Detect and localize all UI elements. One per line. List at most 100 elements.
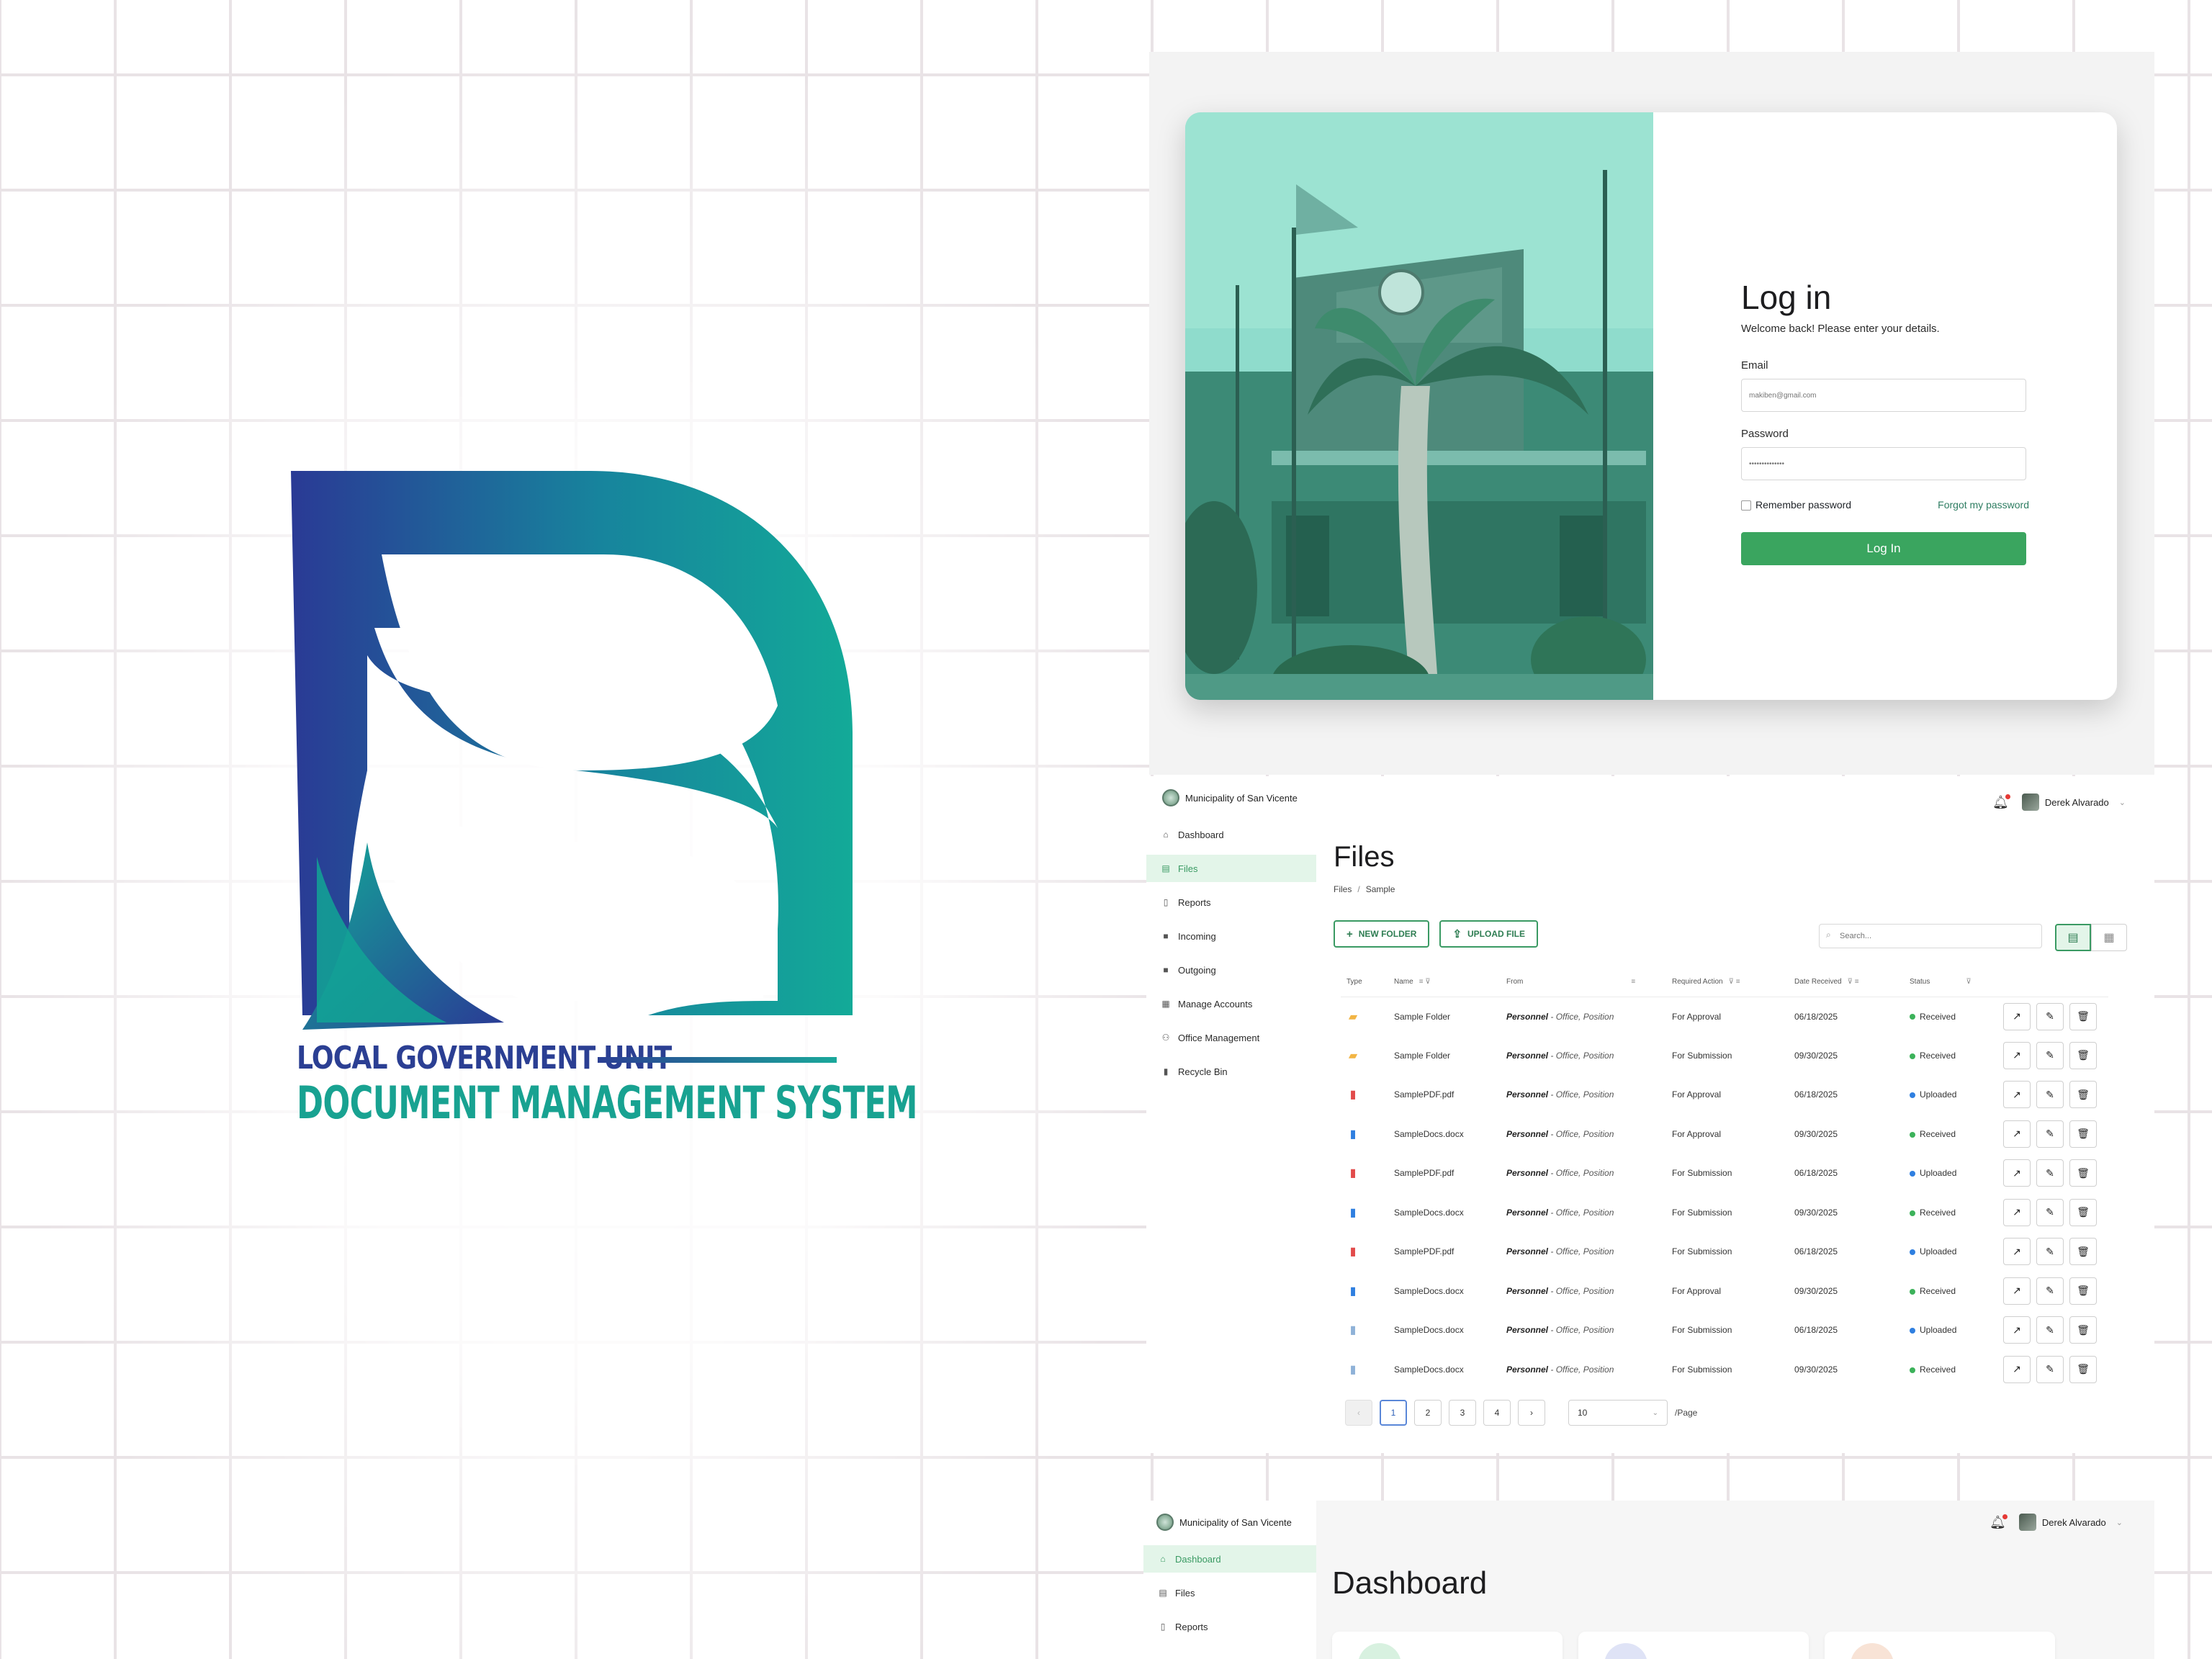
login-submit-button[interactable]: Log In	[1741, 532, 2026, 566]
table-row[interactable]: ▮ SampleDocs.docx Personnel - Office, Posi…	[1341, 1350, 2108, 1390]
notification-bell-icon[interactable]: 🔔︎	[1990, 1514, 2008, 1530]
sidebar-item-office-management[interactable]: ⚇ Office Management	[1146, 1024, 1316, 1051]
sidebar-item-outgoing[interactable]: ■ Outgoing	[1146, 956, 1316, 984]
open-arrow-icon[interactable]: ↗	[2003, 1159, 2031, 1187]
edit-pencil-icon[interactable]: ✎	[2036, 1120, 2064, 1148]
delete-trash-icon[interactable]: 🗑︎	[2069, 1355, 2097, 1383]
name-cell[interactable]: Sample Folder	[1388, 1036, 1501, 1076]
grid-view-icon[interactable]: ▦	[2091, 924, 2127, 951]
per-page-select[interactable]: 10 ⌄	[1568, 1400, 1668, 1426]
edit-pencil-icon[interactable]: ✎	[2036, 1316, 2064, 1344]
delete-trash-icon[interactable]: 🗑︎	[2069, 1081, 2097, 1109]
sidebar-item-files[interactable]: ▤ Files	[1146, 855, 1316, 882]
delete-trash-icon[interactable]: 🗑︎	[2069, 1002, 2097, 1030]
next-page-button[interactable]: ›	[1518, 1400, 1545, 1426]
delete-trash-icon[interactable]: 🗑︎	[2069, 1120, 2097, 1148]
name-cell[interactable]: SampleDocs.docx	[1388, 1272, 1501, 1311]
table-row[interactable]: ▮ SamplePDF.pdf Personnel - Office, Positi…	[1341, 1075, 2108, 1115]
sort-filter-icon[interactable]: ⊽ ≡	[1729, 978, 1740, 986]
open-arrow-icon[interactable]: ↗	[2003, 1198, 2031, 1226]
chevron-down-icon[interactable]: ⌄	[2119, 798, 2126, 807]
page-button-4[interactable]: 4	[1483, 1400, 1511, 1426]
edit-pencil-icon[interactable]: ✎	[2036, 1002, 2064, 1030]
checkbox-box[interactable]	[1741, 500, 1751, 511]
forgot-password-link[interactable]: Forgot my password	[1938, 499, 2029, 511]
avatar[interactable]	[2021, 793, 2039, 811]
stat-card[interactable]	[1825, 1632, 2055, 1659]
org-brand[interactable]: Municipality of San Vicente	[1162, 789, 1298, 806]
notification-bell-icon[interactable]: 🔔︎	[1992, 793, 2010, 810]
name-cell[interactable]: SamplePDF.pdf	[1388, 1232, 1501, 1272]
name-cell[interactable]: SampleDocs.docx	[1388, 1310, 1501, 1350]
chevron-down-icon[interactable]: ⌄	[2116, 1518, 2123, 1527]
email-field[interactable]	[1741, 379, 2026, 412]
delete-trash-icon[interactable]: 🗑︎	[2069, 1316, 2097, 1344]
remember-password-checkbox[interactable]: Remember password	[1741, 499, 1851, 511]
sidebar-item-reports[interactable]: ▯ Reports	[1146, 889, 1316, 916]
open-arrow-icon[interactable]: ↗	[2003, 1355, 2031, 1383]
delete-trash-icon[interactable]: 🗑︎	[2069, 1238, 2097, 1266]
sidebar-item-dashboard[interactable]: ⌂ Dashboard	[1143, 1545, 1316, 1573]
column-header-name[interactable]: Name ≡ ⊽	[1388, 968, 1501, 997]
sidebar-item-incoming[interactable]: ■ Incoming	[1146, 922, 1316, 950]
open-arrow-icon[interactable]: ↗	[2003, 1316, 2031, 1344]
org-brand[interactable]: Municipality of San Vicente	[1156, 1514, 1292, 1531]
avatar[interactable]	[2018, 1514, 2036, 1531]
table-row[interactable]: ▰ Sample Folder Personnel - Office, Positi…	[1341, 1036, 2108, 1076]
user-name[interactable]: Derek Alvarado	[2042, 1517, 2106, 1528]
open-arrow-icon[interactable]: ↗	[2003, 1277, 2031, 1305]
table-row[interactable]: ▮ SampleDocs.docx Personnel - Office, Posi…	[1341, 1272, 2108, 1311]
name-cell[interactable]: SamplePDF.pdf	[1388, 1154, 1501, 1193]
breadcrumb-item-files[interactable]: Files	[1334, 884, 1352, 894]
sidebar-item-recycle-bin[interactable]: ▮ Recycle Bin	[1146, 1058, 1316, 1085]
sidebar-item-dashboard[interactable]: ⌂ Dashboard	[1146, 821, 1316, 848]
list-view-icon[interactable]: ▤	[2055, 924, 2091, 951]
table-row[interactable]: ▮ SampleDocs.docx Personnel - Office, Posi…	[1341, 1193, 2108, 1233]
sort-filter-icon[interactable]: ⊽ ≡	[1848, 978, 1859, 986]
delete-trash-icon[interactable]: 🗑︎	[2069, 1198, 2097, 1226]
page-button-2[interactable]: 2	[1414, 1400, 1442, 1426]
stat-card[interactable]	[1578, 1632, 1809, 1659]
open-arrow-icon[interactable]: ↗	[2003, 1002, 2031, 1030]
sidebar-item-files[interactable]: ▤ Files	[1143, 1579, 1316, 1606]
sidebar-item-manage-accounts[interactable]: ▦ Manage Accounts	[1146, 990, 1316, 1017]
open-arrow-icon[interactable]: ↗	[2003, 1041, 2031, 1069]
name-cell[interactable]: SampleDocs.docx	[1388, 1193, 1501, 1233]
column-header-from[interactable]: From ≡	[1501, 968, 1666, 997]
user-name[interactable]: Derek Alvarado	[2045, 797, 2109, 808]
edit-pencil-icon[interactable]: ✎	[2036, 1238, 2064, 1266]
open-arrow-icon[interactable]: ↗	[2003, 1081, 2031, 1109]
column-header-required-action[interactable]: Required Action ⊽ ≡	[1666, 968, 1789, 997]
page-button-1[interactable]: 1	[1380, 1400, 1407, 1426]
delete-trash-icon[interactable]: 🗑︎	[2069, 1277, 2097, 1305]
column-header-status[interactable]: Status ⊽	[1904, 968, 1997, 997]
edit-pencil-icon[interactable]: ✎	[2036, 1041, 2064, 1069]
table-row[interactable]: ▮ SamplePDF.pdf Personnel - Office, Positi…	[1341, 1154, 2108, 1193]
name-cell[interactable]: SampleDocs.docx	[1388, 1350, 1501, 1390]
delete-trash-icon[interactable]: 🗑︎	[2069, 1159, 2097, 1187]
edit-pencil-icon[interactable]: ✎	[2036, 1081, 2064, 1109]
sort-icon[interactable]: ≡	[1631, 978, 1635, 986]
name-cell[interactable]: SampleDocs.docx	[1388, 1115, 1501, 1154]
edit-pencil-icon[interactable]: ✎	[2036, 1277, 2064, 1305]
open-arrow-icon[interactable]: ↗	[2003, 1120, 2031, 1148]
table-row[interactable]: ▮ SampleDocs.docx Personnel - Office, Posi…	[1341, 1115, 2108, 1154]
new-folder-button[interactable]: + NEW FOLDER	[1334, 920, 1430, 948]
sidebar-item-reports[interactable]: ▯ Reports	[1143, 1613, 1316, 1640]
sort-filter-icon[interactable]: ≡ ⊽	[1419, 978, 1431, 986]
column-header-date-received[interactable]: Date Received ⊽ ≡	[1789, 968, 1904, 997]
name-cell[interactable]: Sample Folder	[1388, 997, 1501, 1036]
table-row[interactable]: ▮ SampleDocs.docx Personnel - Office, Posi…	[1341, 1310, 2108, 1350]
upload-file-button[interactable]: ⇪ UPLOAD FILE	[1439, 920, 1539, 948]
filter-icon[interactable]: ⊽	[1966, 978, 1971, 986]
edit-pencil-icon[interactable]: ✎	[2036, 1198, 2064, 1226]
search-input[interactable]	[1819, 924, 2042, 948]
open-arrow-icon[interactable]: ↗	[2003, 1238, 2031, 1266]
name-cell[interactable]: SamplePDF.pdf	[1388, 1075, 1501, 1115]
password-field[interactable]	[1741, 447, 2026, 480]
delete-trash-icon[interactable]: 🗑︎	[2069, 1041, 2097, 1069]
edit-pencil-icon[interactable]: ✎	[2036, 1159, 2064, 1187]
edit-pencil-icon[interactable]: ✎	[2036, 1355, 2064, 1383]
prev-page-button[interactable]: ‹	[1345, 1400, 1372, 1426]
stat-card[interactable]	[1332, 1632, 1563, 1659]
